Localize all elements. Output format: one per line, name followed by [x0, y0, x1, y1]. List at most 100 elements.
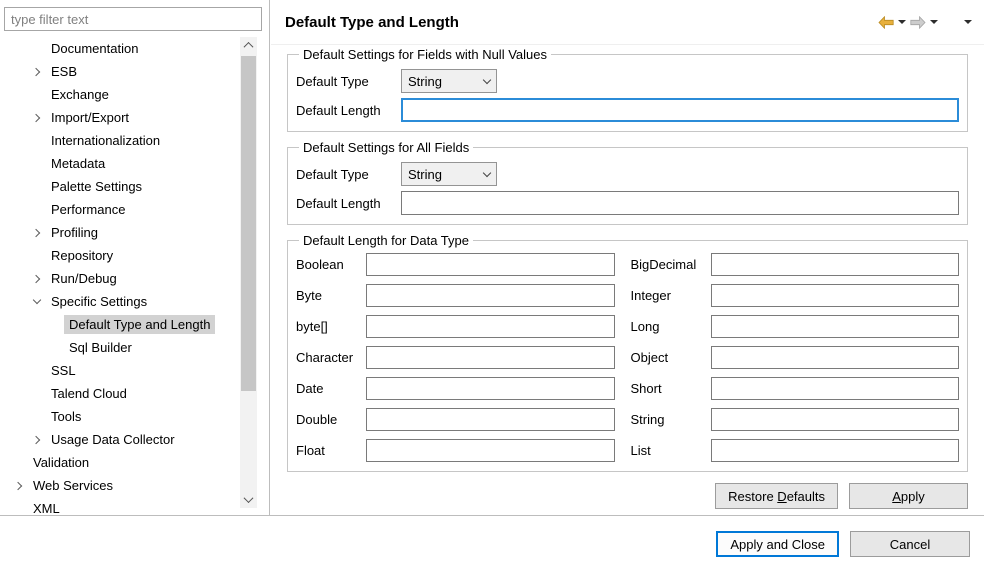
- sidebar-item-label: Exchange: [46, 85, 114, 104]
- null-default-length-input[interactable]: [401, 98, 959, 122]
- chevron-slot: [28, 224, 46, 242]
- chevron-slot: [28, 40, 46, 58]
- sidebar-item-label: Metadata: [46, 154, 110, 173]
- all-default-length-input[interactable]: [401, 191, 959, 215]
- selected-option-label: String: [408, 167, 484, 182]
- apply-and-close-button[interactable]: Apply and Close: [716, 531, 839, 557]
- float-length-input[interactable]: [366, 439, 615, 462]
- page-action-buttons: Restore Defaults Apply: [287, 483, 968, 509]
- sidebar-item-label-selected: Default Type and Length: [64, 315, 215, 334]
- sidebar-item-usage-data-collector[interactable]: Usage Data Collector: [0, 428, 238, 451]
- cancel-button[interactable]: Cancel: [850, 531, 970, 557]
- sidebar-item-metadata[interactable]: Metadata: [0, 152, 238, 175]
- scrollbar-thumb[interactable]: [241, 56, 256, 391]
- sidebar-item-run-debug[interactable]: Run/Debug: [0, 267, 238, 290]
- sidebar-item-performance[interactable]: Performance: [0, 198, 238, 221]
- date-length-input[interactable]: [366, 377, 615, 400]
- sidebar-item-label: Validation: [28, 453, 94, 472]
- preference-page: Default Type and Length Default Settings…: [271, 0, 984, 515]
- sidebar-item-ssl[interactable]: SSL: [0, 359, 238, 382]
- chevron-slot: [28, 293, 46, 311]
- all-default-type-select[interactable]: String: [401, 162, 497, 186]
- scroll-down-button[interactable]: [240, 491, 257, 508]
- character-label: Character: [296, 350, 366, 365]
- forward-arrow-icon[interactable]: [910, 16, 926, 29]
- sidebar-scrollbar[interactable]: [240, 37, 257, 508]
- restore-defaults-button[interactable]: Restore Defaults: [715, 483, 838, 509]
- sidebar-item-label: Documentation: [46, 39, 143, 58]
- sidebar-item-web-services[interactable]: Web Services: [0, 474, 238, 497]
- sidebar-item-sql-builder[interactable]: Sql Builder: [0, 336, 238, 359]
- sidebar-item-internationalization[interactable]: Internationalization: [0, 129, 238, 152]
- sidebar-item-validation[interactable]: Validation: [0, 451, 238, 474]
- string-length-input[interactable]: [711, 408, 960, 431]
- apply-label-post: pply: [901, 489, 925, 504]
- chevron-slot: [28, 109, 46, 127]
- sidebar-item-palette-settings[interactable]: Palette Settings: [0, 175, 238, 198]
- bigdecimal-label: BigDecimal: [615, 257, 711, 272]
- byte-array-length-input[interactable]: [366, 315, 615, 338]
- view-menu-dropdown-icon[interactable]: [964, 20, 972, 24]
- sidebar-item-label: Palette Settings: [46, 177, 147, 196]
- null-default-type-select[interactable]: String: [401, 69, 497, 93]
- default-length-row: Default Length: [296, 98, 959, 122]
- chevron-right-icon[interactable]: [31, 228, 39, 236]
- chevron-slot: [28, 431, 46, 449]
- sidebar-item-import-export[interactable]: Import/Export: [0, 106, 238, 129]
- byte-label: Byte: [296, 288, 366, 303]
- integer-label: Integer: [615, 288, 711, 303]
- bigdecimal-length-input[interactable]: [711, 253, 960, 276]
- chevron-right-icon[interactable]: [13, 481, 21, 489]
- long-length-input[interactable]: [711, 315, 960, 338]
- filter-input[interactable]: [4, 7, 262, 31]
- default-type-row: Default Type String: [296, 69, 959, 93]
- list-length-input[interactable]: [711, 439, 960, 462]
- chevron-right-icon[interactable]: [31, 435, 39, 443]
- object-length-input[interactable]: [711, 346, 960, 369]
- chevron-right-icon[interactable]: [31, 274, 39, 282]
- sidebar-item-tools[interactable]: Tools: [0, 405, 238, 428]
- sidebar-item-repository[interactable]: Repository: [0, 244, 238, 267]
- byte-length-input[interactable]: [366, 284, 615, 307]
- preferences-tree: Documentation ESB Exchange Import/Export…: [0, 37, 238, 515]
- selected-option-label: String: [408, 74, 484, 89]
- integer-length-input[interactable]: [711, 284, 960, 307]
- boolean-length-input[interactable]: [366, 253, 615, 276]
- chevron-slot: [28, 86, 46, 104]
- back-arrow-icon[interactable]: [878, 16, 894, 29]
- chevron-slot: [28, 247, 46, 265]
- chevron-right-icon[interactable]: [31, 67, 39, 75]
- chevron-down-icon[interactable]: [33, 296, 41, 304]
- character-length-input[interactable]: [366, 346, 615, 369]
- data-type-length-group: Default Length for Data Type Boolean Big…: [287, 233, 968, 472]
- sidebar-item-esb[interactable]: ESB: [0, 60, 238, 83]
- scroll-up-button[interactable]: [240, 37, 257, 54]
- sidebar-item-label: XML: [28, 499, 65, 515]
- page-content: Default Settings for Fields with Null Va…: [271, 45, 984, 509]
- chevron-slot: [28, 201, 46, 219]
- chevron-down-icon: [483, 168, 491, 176]
- sidebar-item-profiling[interactable]: Profiling: [0, 221, 238, 244]
- chevron-slot: [28, 63, 46, 81]
- long-label: Long: [615, 319, 711, 334]
- sidebar-item-label: SSL: [46, 361, 81, 380]
- back-history-dropdown-icon[interactable]: [898, 20, 906, 24]
- page-title: Default Type and Length: [285, 14, 459, 31]
- sidebar-item-label: Import/Export: [46, 108, 134, 127]
- sidebar-item-documentation[interactable]: Documentation: [0, 37, 238, 60]
- chevron-slot: [28, 408, 46, 426]
- sidebar-item-talend-cloud[interactable]: Talend Cloud: [0, 382, 238, 405]
- dialog-button-bar: Apply and Close Cancel: [0, 515, 984, 572]
- sidebar-item-exchange[interactable]: Exchange: [0, 83, 238, 106]
- forward-history-dropdown-icon[interactable]: [930, 20, 938, 24]
- page-header: Default Type and Length: [271, 0, 984, 45]
- short-length-input[interactable]: [711, 377, 960, 400]
- sidebar-item-default-type-and-length[interactable]: Default Type and Length: [0, 313, 238, 336]
- chevron-right-icon[interactable]: [31, 113, 39, 121]
- apply-button[interactable]: Apply: [849, 483, 968, 509]
- double-length-input[interactable]: [366, 408, 615, 431]
- sidebar-item-xml[interactable]: XML: [0, 497, 238, 515]
- sidebar-item-label: Usage Data Collector: [46, 430, 180, 449]
- sidebar-item-specific-settings[interactable]: Specific Settings: [0, 290, 238, 313]
- sidebar-item-label: Sql Builder: [64, 338, 137, 357]
